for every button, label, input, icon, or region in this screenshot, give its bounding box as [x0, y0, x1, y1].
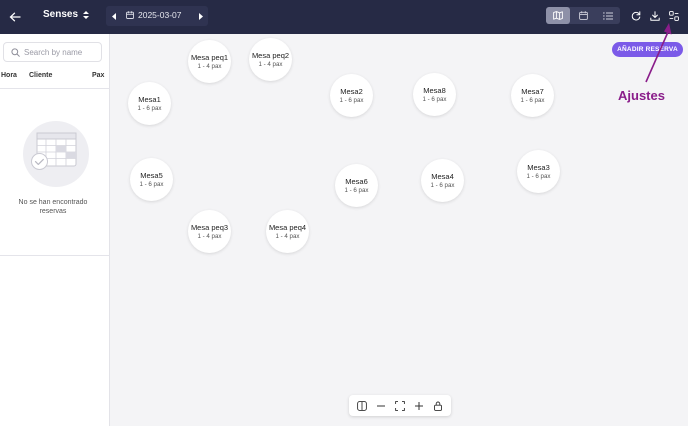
- table-name: Mesa5: [140, 170, 163, 180]
- table-name: Mesa3: [527, 162, 550, 172]
- lock-button[interactable]: [428, 395, 447, 416]
- table-capacity: 1 - 6 pax: [137, 104, 162, 112]
- refresh-button[interactable]: [627, 7, 645, 24]
- search-box: [3, 42, 102, 62]
- table-capacity: 1 - 6 pax: [430, 181, 455, 189]
- table-name: Mesa peq2: [251, 50, 290, 60]
- column-pax[interactable]: Pax: [92, 72, 104, 79]
- date-navigator: 2025-03-07: [106, 6, 208, 26]
- table-mesa6[interactable]: Mesa6 1 - 6 pax: [335, 164, 378, 207]
- chevron-right-icon: [198, 12, 203, 20]
- reservations-sidebar: Hora Cliente Pax No se han encontrado re…: [0, 34, 110, 426]
- reservation-table-header: Hora Cliente Pax: [0, 71, 110, 89]
- table-name: Mesa peq4: [268, 222, 307, 232]
- table-name: Mesa7: [521, 86, 544, 96]
- table-mesa-peq1[interactable]: Mesa peq1 1 - 4 pax: [188, 40, 231, 83]
- settings-icon: [669, 10, 679, 21]
- current-date: 2025-03-07: [138, 10, 182, 20]
- settings-annotation-label: Ajustes: [618, 88, 665, 103]
- table-mesa7[interactable]: Mesa7 1 - 6 pax: [511, 74, 554, 117]
- empty-state-illustration: [23, 121, 89, 187]
- sort-toggle-icon: [83, 11, 89, 19]
- zoom-out-button[interactable]: [371, 395, 390, 416]
- table-capacity: 1 - 6 pax: [344, 186, 369, 194]
- search-icon: [11, 48, 20, 57]
- table-name: Mesa8: [423, 85, 446, 95]
- table-mesa5[interactable]: Mesa5 1 - 6 pax: [130, 158, 173, 201]
- table-mesa2[interactable]: Mesa2 1 - 6 pax: [330, 74, 373, 117]
- calendar-view-button[interactable]: [571, 7, 595, 24]
- empty-table-icon: [31, 132, 77, 170]
- table-capacity: 1 - 6 pax: [339, 96, 364, 104]
- map-icon: [553, 11, 563, 20]
- table-mesa4[interactable]: Mesa4 1 - 6 pax: [421, 159, 464, 202]
- table-capacity: 1 - 6 pax: [139, 180, 164, 188]
- table-mesa-peq3[interactable]: Mesa peq3 1 - 4 pax: [188, 210, 231, 253]
- table-capacity: 1 - 4 pax: [275, 232, 300, 240]
- column-hora[interactable]: Hora: [1, 72, 17, 79]
- table-capacity: 1 - 4 pax: [258, 60, 283, 68]
- download-icon: [650, 10, 660, 21]
- table-mesa3[interactable]: Mesa3 1 - 6 pax: [517, 150, 560, 193]
- table-mesa1[interactable]: Mesa1 1 - 6 pax: [128, 82, 171, 125]
- map-view-button[interactable]: [546, 7, 570, 24]
- view-switcher: [546, 7, 620, 24]
- table-name: Mesa peq3: [190, 222, 229, 232]
- calendar-icon: [126, 11, 134, 19]
- zoom-in-icon: [414, 401, 423, 410]
- table-capacity: 1 - 6 pax: [520, 96, 545, 104]
- zoom-in-button[interactable]: [409, 395, 428, 416]
- next-day-button[interactable]: [192, 6, 208, 26]
- list-icon: [603, 11, 613, 20]
- venue-name[interactable]: Senses: [43, 9, 78, 20]
- table-name: Mesa2: [340, 86, 363, 96]
- table-capacity: 1 - 4 pax: [197, 62, 222, 70]
- table-name: Mesa6: [345, 176, 368, 186]
- table-capacity: 1 - 4 pax: [197, 232, 222, 240]
- table-mesa-peq2[interactable]: Mesa peq2 1 - 4 pax: [249, 38, 292, 81]
- refresh-icon: [631, 10, 641, 20]
- fit-screen-icon: [394, 400, 405, 411]
- date-picker[interactable]: 2025-03-07: [126, 10, 181, 20]
- back-button[interactable]: [4, 6, 26, 28]
- table-name: Mesa4: [431, 171, 454, 181]
- list-view-button[interactable]: [596, 7, 620, 24]
- table-capacity: 1 - 6 pax: [422, 95, 447, 103]
- top-bar: Senses 2025-03-07: [0, 0, 688, 34]
- search-input[interactable]: [24, 45, 100, 59]
- venue-selector-toggle[interactable]: [82, 8, 90, 22]
- empty-state-text: No se han encontrado reservas: [18, 199, 88, 215]
- lock-icon: [433, 401, 442, 411]
- chevron-left-icon: [111, 12, 116, 20]
- zoom-controls: [349, 395, 451, 416]
- toggle-sidebar-icon: [356, 400, 367, 411]
- table-name: Mesa1: [138, 94, 161, 104]
- toggle-sidebar-button[interactable]: [352, 395, 371, 416]
- zoom-out-icon: [376, 405, 385, 406]
- calendar-view-icon: [578, 11, 588, 20]
- add-reservation-button[interactable]: AÑADIR RESERVA: [612, 42, 683, 57]
- sidebar-divider: [0, 255, 110, 256]
- column-cliente[interactable]: Cliente: [29, 72, 52, 79]
- previous-day-button[interactable]: [106, 6, 122, 26]
- fit-screen-button[interactable]: [390, 395, 409, 416]
- table-mesa-peq4[interactable]: Mesa peq4 1 - 4 pax: [266, 210, 309, 253]
- table-capacity: 1 - 6 pax: [526, 172, 551, 180]
- table-name: Mesa peq1: [190, 52, 229, 62]
- back-arrow-icon: [9, 12, 21, 22]
- table-mesa8[interactable]: Mesa8 1 - 6 pax: [413, 73, 456, 116]
- download-button[interactable]: [646, 7, 664, 24]
- settings-button[interactable]: [665, 7, 683, 24]
